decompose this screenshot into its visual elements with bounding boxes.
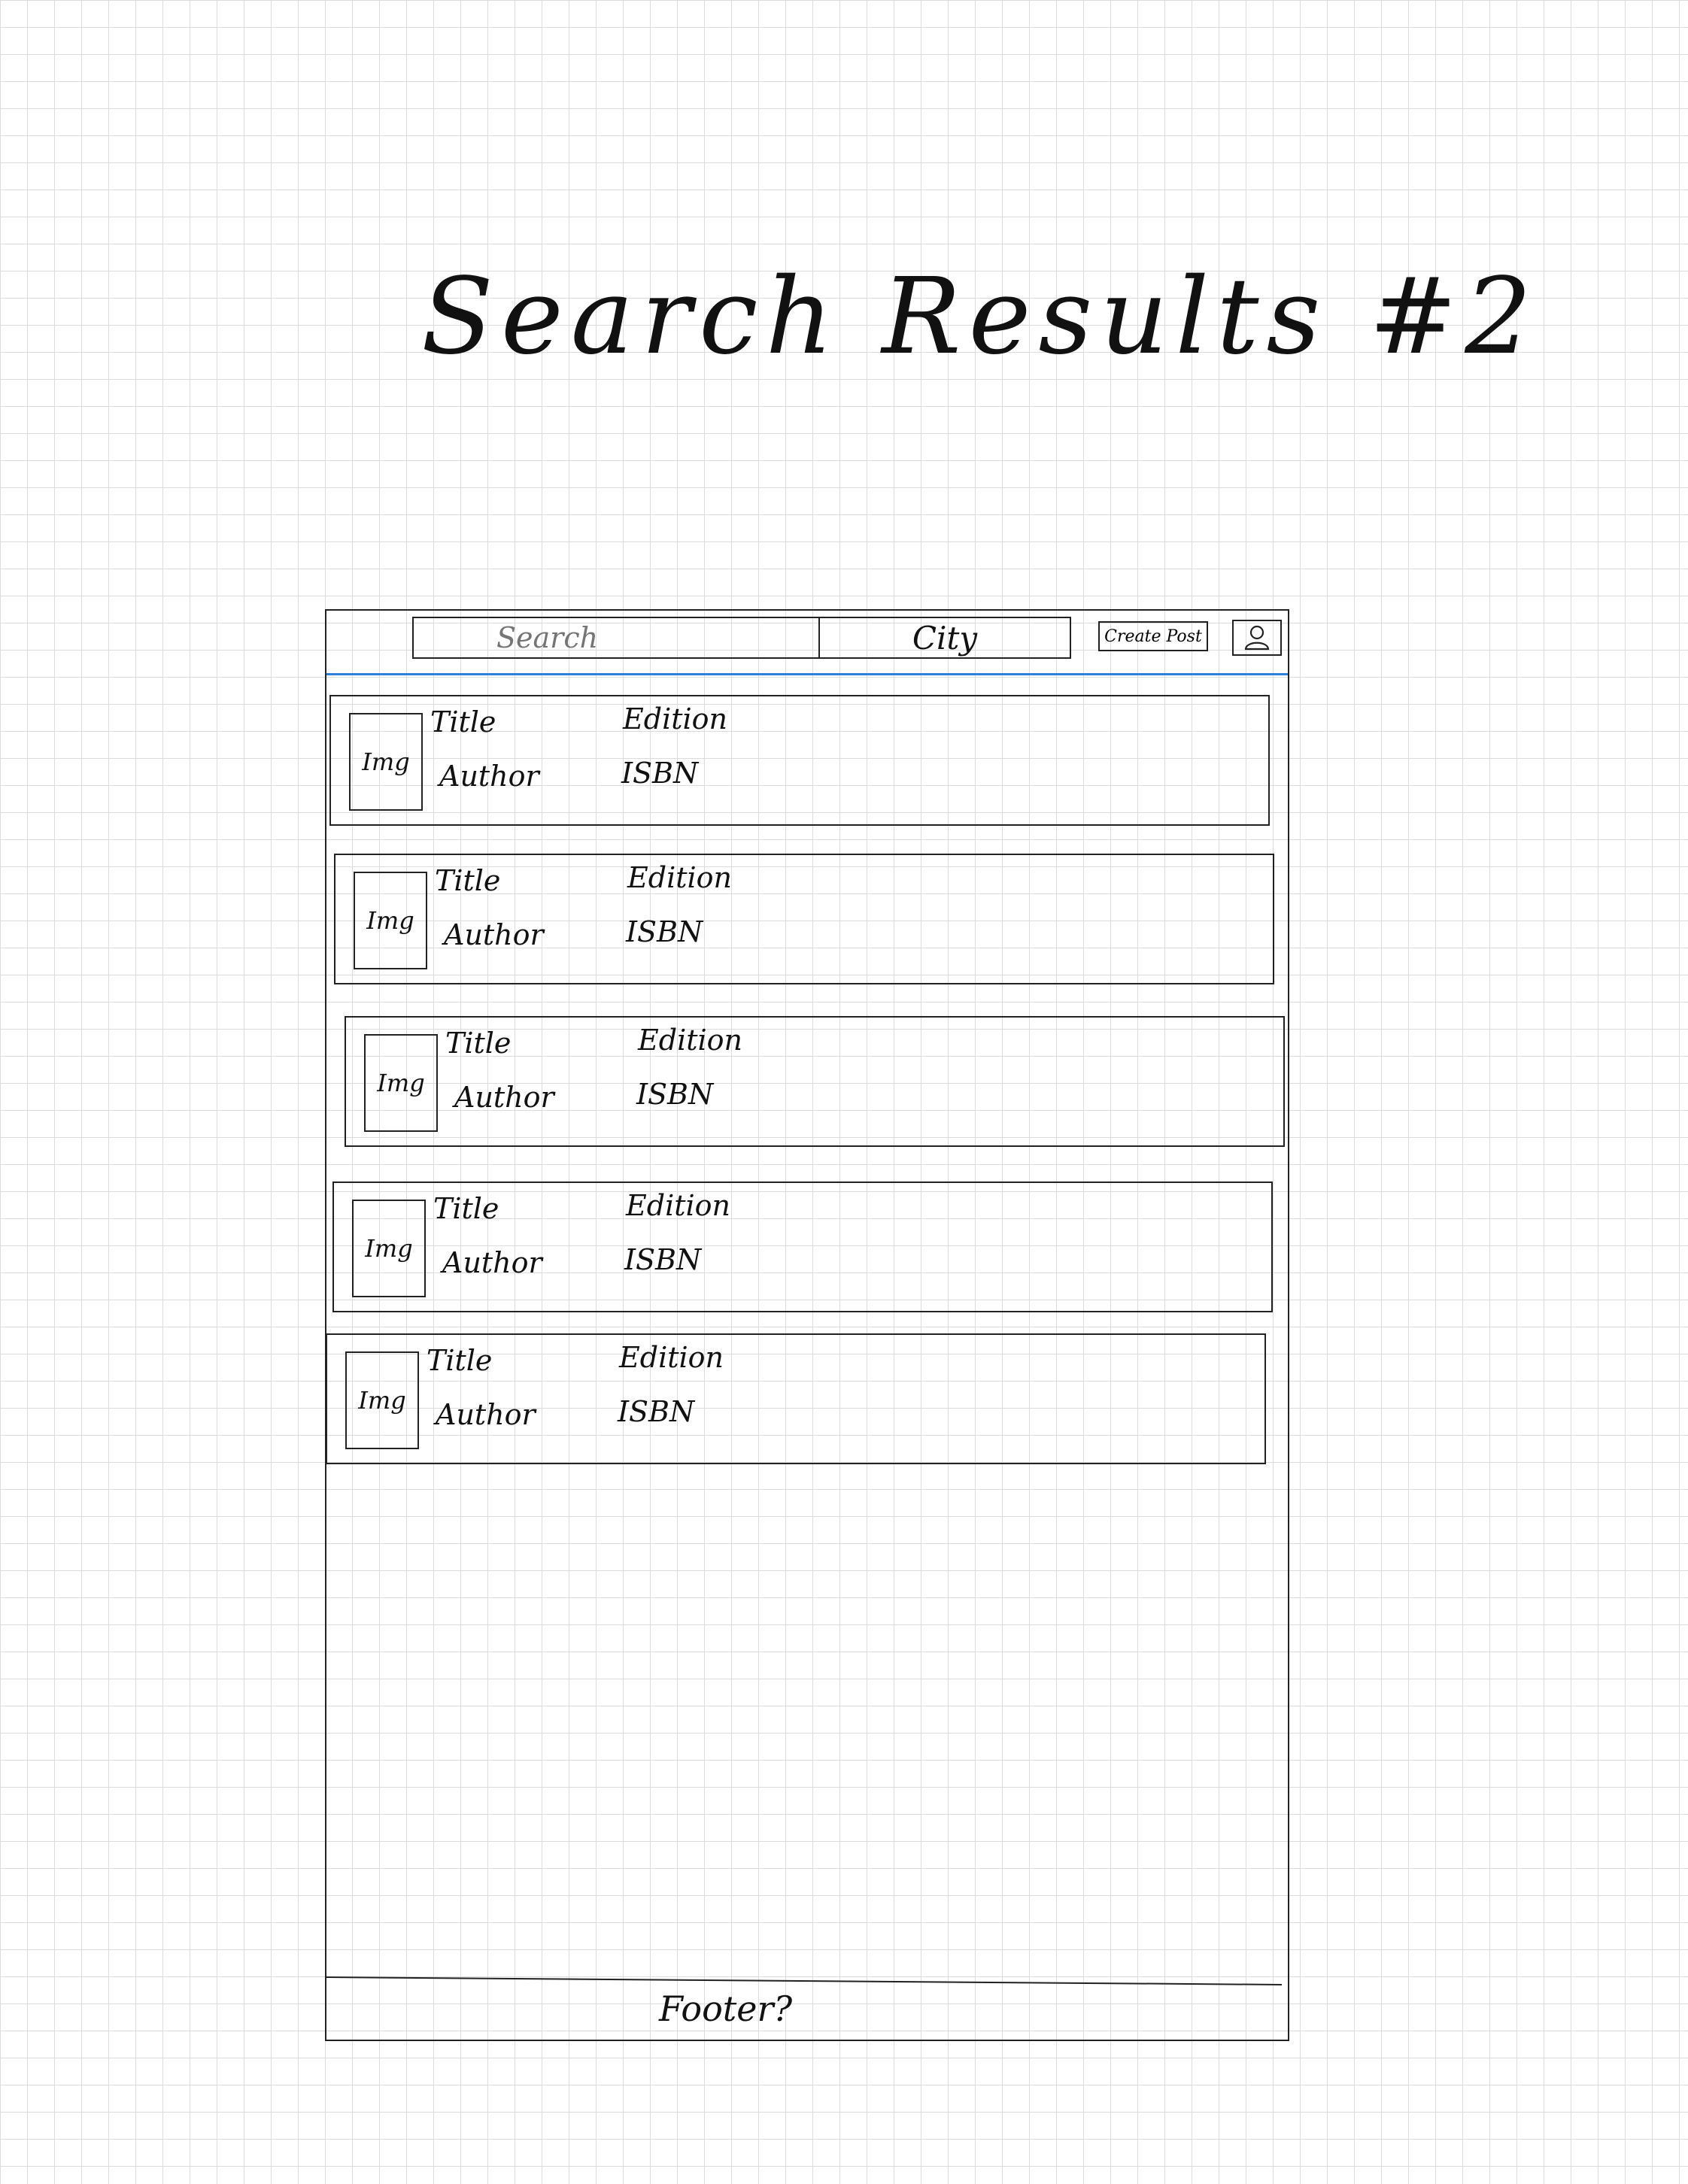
book-edition: Edition [627, 861, 732, 894]
book-isbn: ISBN [624, 1243, 702, 1276]
book-author: Author [444, 918, 544, 951]
result-card[interactable]: Img Title Author Edition ISBN [334, 854, 1274, 984]
book-title: Title [445, 1027, 512, 1060]
search-input[interactable] [414, 618, 820, 657]
book-image-placeholder: Img [349, 713, 423, 811]
book-title: Title [433, 1192, 499, 1225]
create-post-label: Create Post [1104, 626, 1202, 646]
profile-button[interactable] [1232, 620, 1282, 656]
book-image-placeholder: Img [354, 872, 427, 969]
book-isbn: ISBN [621, 757, 699, 790]
book-image-placeholder: Img [364, 1034, 438, 1132]
book-author: Author [439, 760, 539, 793]
wireframe-sketch: Search Results #2 City Create Post Img T… [0, 0, 1688, 2184]
footer-label: Footer? [659, 1988, 793, 2029]
book-author: Author [442, 1246, 542, 1279]
book-isbn: ISBN [626, 915, 703, 948]
result-card[interactable]: Img Title Author Edition ISBN [326, 1333, 1266, 1464]
result-card[interactable]: Img Title Author Edition ISBN [345, 1016, 1285, 1147]
book-isbn: ISBN [636, 1078, 714, 1111]
book-title: Title [430, 705, 496, 739]
user-icon [1242, 623, 1272, 654]
book-edition: Edition [623, 702, 727, 736]
book-title: Title [435, 864, 501, 897]
result-card[interactable]: Img Title Author Edition ISBN [332, 1181, 1273, 1312]
book-image-placeholder: Img [352, 1200, 426, 1297]
book-edition: Edition [638, 1024, 742, 1057]
header-divider [326, 673, 1288, 675]
search-bar: City [412, 617, 1071, 659]
book-author: Author [454, 1081, 554, 1114]
city-select[interactable]: City [820, 618, 1070, 657]
book-edition: Edition [619, 1341, 724, 1374]
book-image-placeholder: Img [345, 1351, 419, 1449]
city-label: City [912, 619, 978, 657]
page-title: Search Results #2 [421, 256, 1540, 378]
result-card[interactable]: Img Title Author Edition ISBN [329, 695, 1270, 826]
book-edition: Edition [626, 1189, 730, 1222]
create-post-button[interactable]: Create Post [1098, 621, 1208, 651]
book-title: Title [427, 1344, 493, 1377]
book-author: Author [436, 1398, 536, 1431]
book-isbn: ISBN [618, 1395, 695, 1428]
